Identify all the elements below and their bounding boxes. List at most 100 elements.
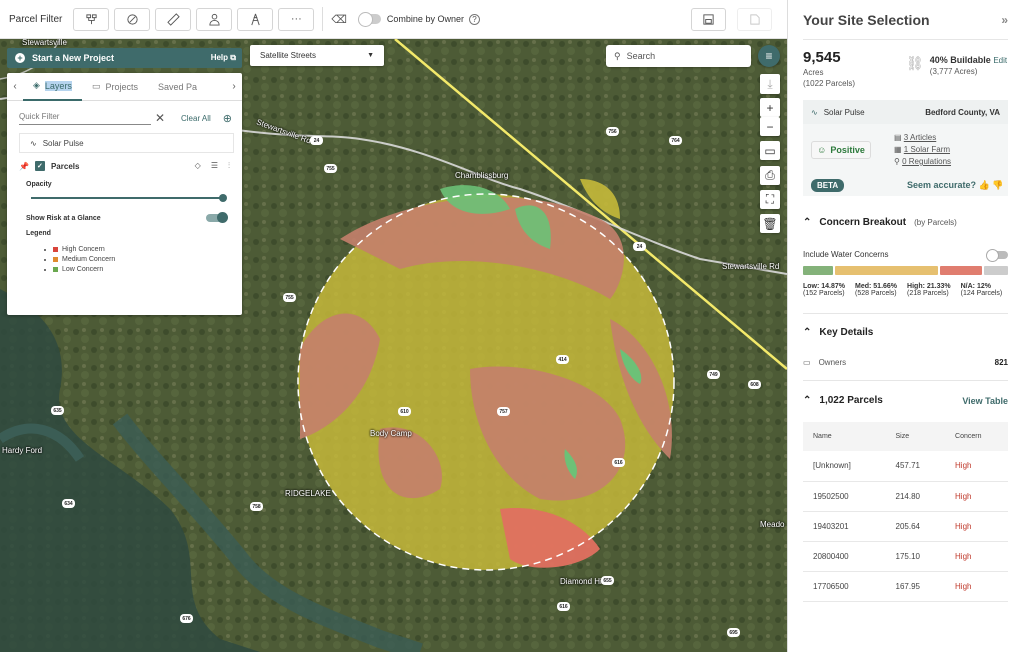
plus-icon: + — [15, 53, 25, 63]
tab-projects[interactable]: ▭ Projects — [82, 73, 148, 101]
tab-layers[interactable]: ◈ Layers — [23, 73, 82, 101]
collapse-chevron-icon[interactable]: » — [1001, 13, 1008, 27]
sliders-icon[interactable]: ☰ — [211, 161, 218, 171]
chevron-left-icon[interactable]: ‹ — [7, 81, 23, 92]
fullscreen-icon: ⛶ — [765, 192, 775, 206]
export-button[interactable] — [737, 8, 772, 31]
delete-button[interactable]: 🗑 — [760, 214, 780, 233]
more-icon: ··· — [290, 13, 302, 25]
search-input[interactable]: Search — [627, 51, 656, 61]
parcels-header[interactable]: ⌃ 1,022 Parcels View Table — [803, 395, 1008, 406]
column-header-name[interactable]: Name — [803, 422, 886, 451]
trash-icon: 🗑 — [762, 216, 778, 231]
concern-breakout-sub: (by Parcels) — [914, 218, 957, 227]
map-canvas[interactable]: Chamblissburg Stewartsville Rd Stewartsv… — [0, 39, 787, 652]
basemap-select[interactable]: Satellite Streets ▼ — [250, 45, 384, 66]
route-shield: 610 — [398, 407, 411, 416]
close-icon[interactable]: ✕ — [155, 111, 165, 125]
basemap-selected: Satellite Streets — [260, 51, 317, 60]
place-label-body-camp: Body Camp — [370, 429, 412, 438]
thumbs-up-icon[interactable]: 👍 — [979, 180, 990, 190]
layers-icon: ◈ — [33, 80, 40, 90]
solar-pulse-label: Solar Pulse — [823, 107, 865, 117]
hierarchy-icon — [86, 13, 97, 24]
search-icon: ⚲ — [614, 50, 621, 61]
quick-filter-input[interactable]: Quick Filter — [19, 112, 151, 125]
route-shield: 635 — [51, 406, 64, 415]
column-header-size[interactable]: Size — [885, 422, 946, 451]
route-shield: 755 — [324, 164, 337, 173]
tab-saved-parcels[interactable]: Saved Pa — [148, 73, 207, 101]
route-shield: 414 — [556, 355, 569, 364]
buildable-icon: ⛓ — [906, 55, 924, 71]
chevron-right-icon[interactable]: › — [226, 81, 242, 92]
risk-toggle[interactable] — [206, 212, 228, 223]
start-new-project-button[interactable]: + Start a New Project Help ⧉ — [7, 48, 242, 68]
place-label-diamond-hill: Diamond Hill — [560, 577, 606, 586]
articles-link[interactable]: 3 Articles — [904, 133, 936, 142]
ruler-icon — [167, 12, 180, 26]
owner-filter-button[interactable] — [196, 7, 233, 31]
map-search[interactable]: ⚲ Search — [606, 45, 751, 67]
tag-icon[interactable]: ◇ — [195, 161, 201, 171]
site-selection-header: Your Site Selection » — [788, 0, 1020, 39]
zoom-out-button[interactable]: − — [760, 117, 780, 136]
view-table-link[interactable]: View Table — [962, 396, 1008, 406]
place-label-ridgelake: RIDGELAKE — [285, 489, 331, 498]
route-shield: 634 — [62, 499, 75, 508]
print-button[interactable]: ⎙ — [760, 166, 780, 185]
route-shield: 758 — [250, 502, 263, 511]
table-row[interactable]: [Unknown] 457.71 High — [803, 451, 1008, 482]
concern-breakout-header[interactable]: ⌃ Concern Breakout (by Parcels) — [803, 217, 957, 228]
concern-bar-segment-med — [834, 266, 938, 275]
help-link[interactable]: Help ⧉ — [211, 53, 236, 63]
place-label-stewartsville-rd-east: Stewartsville Rd — [722, 262, 780, 271]
legend-item: High Concern — [44, 246, 242, 253]
owners-label: Owners — [818, 358, 847, 367]
table-row[interactable]: 17706500 167.95 High — [803, 571, 1008, 602]
download-button[interactable]: ⤓ — [760, 74, 780, 94]
ruler-icon: ▭ — [764, 143, 776, 158]
eraser-icon[interactable]: ⌫ — [331, 13, 347, 26]
column-header-concern[interactable]: Concern — [945, 422, 1008, 451]
route-shield: 755 — [283, 293, 296, 302]
owners-value: 821 — [994, 358, 1008, 367]
save-button[interactable] — [691, 8, 726, 31]
help-circle-icon[interactable]: ? — [468, 13, 480, 25]
legend-label: Medium Concern — [62, 256, 116, 263]
solar-pulse-layer[interactable]: ∿ Solar Pulse — [19, 133, 234, 153]
combine-by-owner-toggle[interactable] — [357, 12, 381, 27]
measure-button[interactable]: ▭ — [760, 141, 780, 160]
parcels-checkbox[interactable]: ✓ — [34, 161, 45, 171]
route-shield: 676 — [180, 614, 193, 623]
solar-farm-link[interactable]: 1 Solar Farm — [904, 145, 950, 154]
concern-low: Low: 14.87% (152 Parcels) — [803, 283, 846, 297]
add-layer-icon[interactable]: ⊕ — [223, 112, 232, 125]
ruler-filter-button[interactable] — [155, 7, 192, 31]
more-filters-button[interactable]: ··· — [278, 7, 315, 31]
edit-buildable-link[interactable]: Edit — [993, 56, 1007, 65]
thermometer-icon[interactable]: ⫶ — [228, 161, 230, 171]
table-row[interactable]: 19502500 214.80 High — [803, 481, 1008, 512]
sentiment-label: Positive — [830, 145, 865, 155]
exclude-filter-button[interactable] — [114, 7, 151, 31]
toolbar-divider — [322, 7, 324, 31]
legend-swatch-medium — [53, 257, 58, 262]
table-row[interactable]: 19403201 205.64 High — [803, 511, 1008, 542]
parcel-filter-toolbar: Parcel Filter ··· ⌫ Combine by Owner ? — [0, 0, 787, 39]
pin-icon[interactable]: 📌 — [19, 162, 29, 171]
opacity-slider[interactable] — [31, 194, 227, 202]
zoom-in-button[interactable]: + — [760, 98, 780, 117]
tower-filter-button[interactable] — [237, 7, 274, 31]
key-details-header[interactable]: ⌃ Key Details — [803, 327, 873, 338]
regulations-link[interactable]: 0 Regulations — [902, 157, 951, 166]
table-row[interactable]: 20800400 175.10 High — [803, 541, 1008, 572]
fullscreen-button[interactable]: ⛶ — [760, 190, 780, 209]
water-concerns-toggle[interactable] — [986, 248, 1008, 262]
hierarchy-filter-button[interactable] — [73, 7, 110, 31]
layers-toggle-button[interactable]: ≡ — [758, 45, 780, 67]
clear-all-button[interactable]: Clear All — [181, 114, 211, 123]
thumbs-down-icon[interactable]: 👎 — [992, 180, 1003, 190]
solar-pulse-card: ∿ Solar Pulse Bedford County, VA ☺ Posit… — [803, 100, 1008, 196]
concern-na: N/A: 12% (124 Parcels) — [960, 283, 1003, 297]
